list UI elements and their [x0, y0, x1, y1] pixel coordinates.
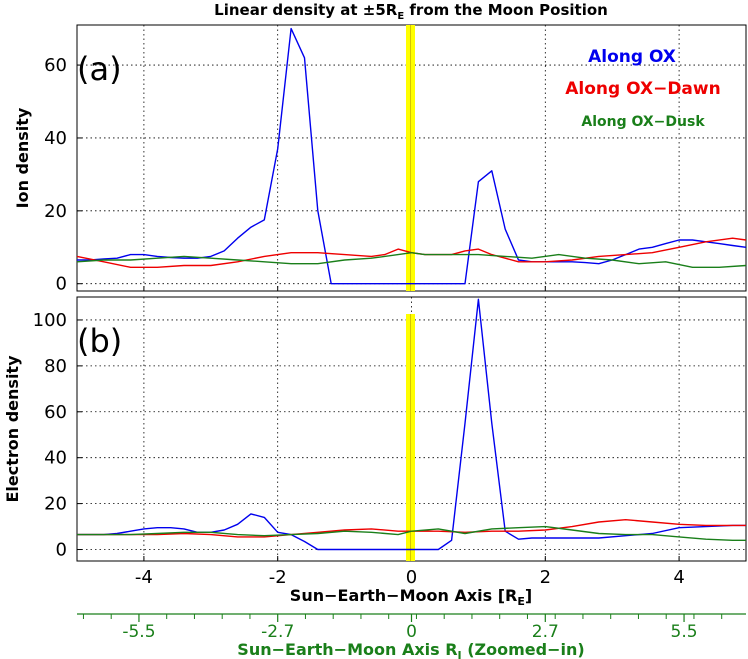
secondary-xlabel: Sun−Earth−Moon Axis RI (Zoomed−in): [237, 640, 584, 659]
panel-a-label: (a): [77, 50, 122, 88]
y-tick-label-b: 0: [56, 540, 67, 561]
legend: Along OX Along OX−Dawn Along OX−Dusk: [565, 47, 720, 130]
chart-figure: Linear density at ±5RE from the Moon Pos…: [3, 1, 747, 659]
secondary-tick-label: -2.7: [261, 622, 294, 642]
legend-along-ox: Along OX: [588, 47, 676, 67]
legend-along-ox-dusk: Along OX−Dusk: [581, 114, 705, 130]
y-tick-label-b: 60: [44, 402, 67, 423]
x-tick-label: 2: [540, 567, 551, 588]
y-tick-label-b: 40: [44, 448, 67, 469]
y-tick-label-a: 60: [44, 55, 67, 76]
electron-density-panel: 0 20 40 60 80 100 -4 -2 0 2 4 (b) Electron densit…: [3, 296, 747, 608]
x-tick-label: 0: [406, 567, 417, 588]
panel-b-xticks: -4 -2 0 2 4: [135, 567, 685, 588]
y-tick-label-a: 20: [44, 201, 67, 222]
panel-b-xlabel: Sun−Earth−Moon Axis [RE]: [290, 586, 532, 608]
ion-density-panel: 0 20 40 60 (a) Ion density Along OX Along O…: [13, 24, 747, 295]
secondary-tick-label: 2.7: [532, 622, 559, 642]
panel-b-label: (b): [77, 322, 122, 360]
panel-b-ylabel: Electron density: [3, 355, 22, 503]
secondary-x-axis: -5.5 -2.7 0 2.7 5.5 Sun−Earth−Moon Axis RI (…: [77, 613, 746, 659]
secondary-tick-label: 5.5: [671, 622, 698, 642]
legend-along-ox-dawn: Along OX−Dawn: [565, 79, 720, 99]
y-tick-label-b: 80: [44, 356, 67, 377]
secondary-tick-label: 0: [406, 622, 417, 642]
figure: Linear density at ±5RE from the Moon Pos…: [0, 0, 748, 659]
secondary-axis-ticks: -5.5 -2.7 0 2.7 5.5: [82, 614, 723, 642]
y-tick-label-b: 100: [33, 310, 67, 331]
y-tick-label-a: 0: [56, 274, 67, 295]
panel-a-ylabel: Ion density: [13, 107, 32, 208]
y-tick-label-b: 20: [44, 494, 67, 515]
x-tick-label: -4: [135, 567, 153, 588]
chart-title: Linear density at ±5RE from the Moon Pos…: [214, 1, 608, 22]
secondary-tick-label: -5.5: [122, 622, 155, 642]
y-tick-label-a: 40: [44, 128, 67, 149]
x-tick-label: -2: [269, 567, 287, 588]
x-tick-label: 4: [673, 567, 684, 588]
panel-b-yticks: 0 20 40 60 80 100: [33, 310, 82, 561]
panel-a-yticks: 0 20 40 60: [44, 55, 82, 295]
